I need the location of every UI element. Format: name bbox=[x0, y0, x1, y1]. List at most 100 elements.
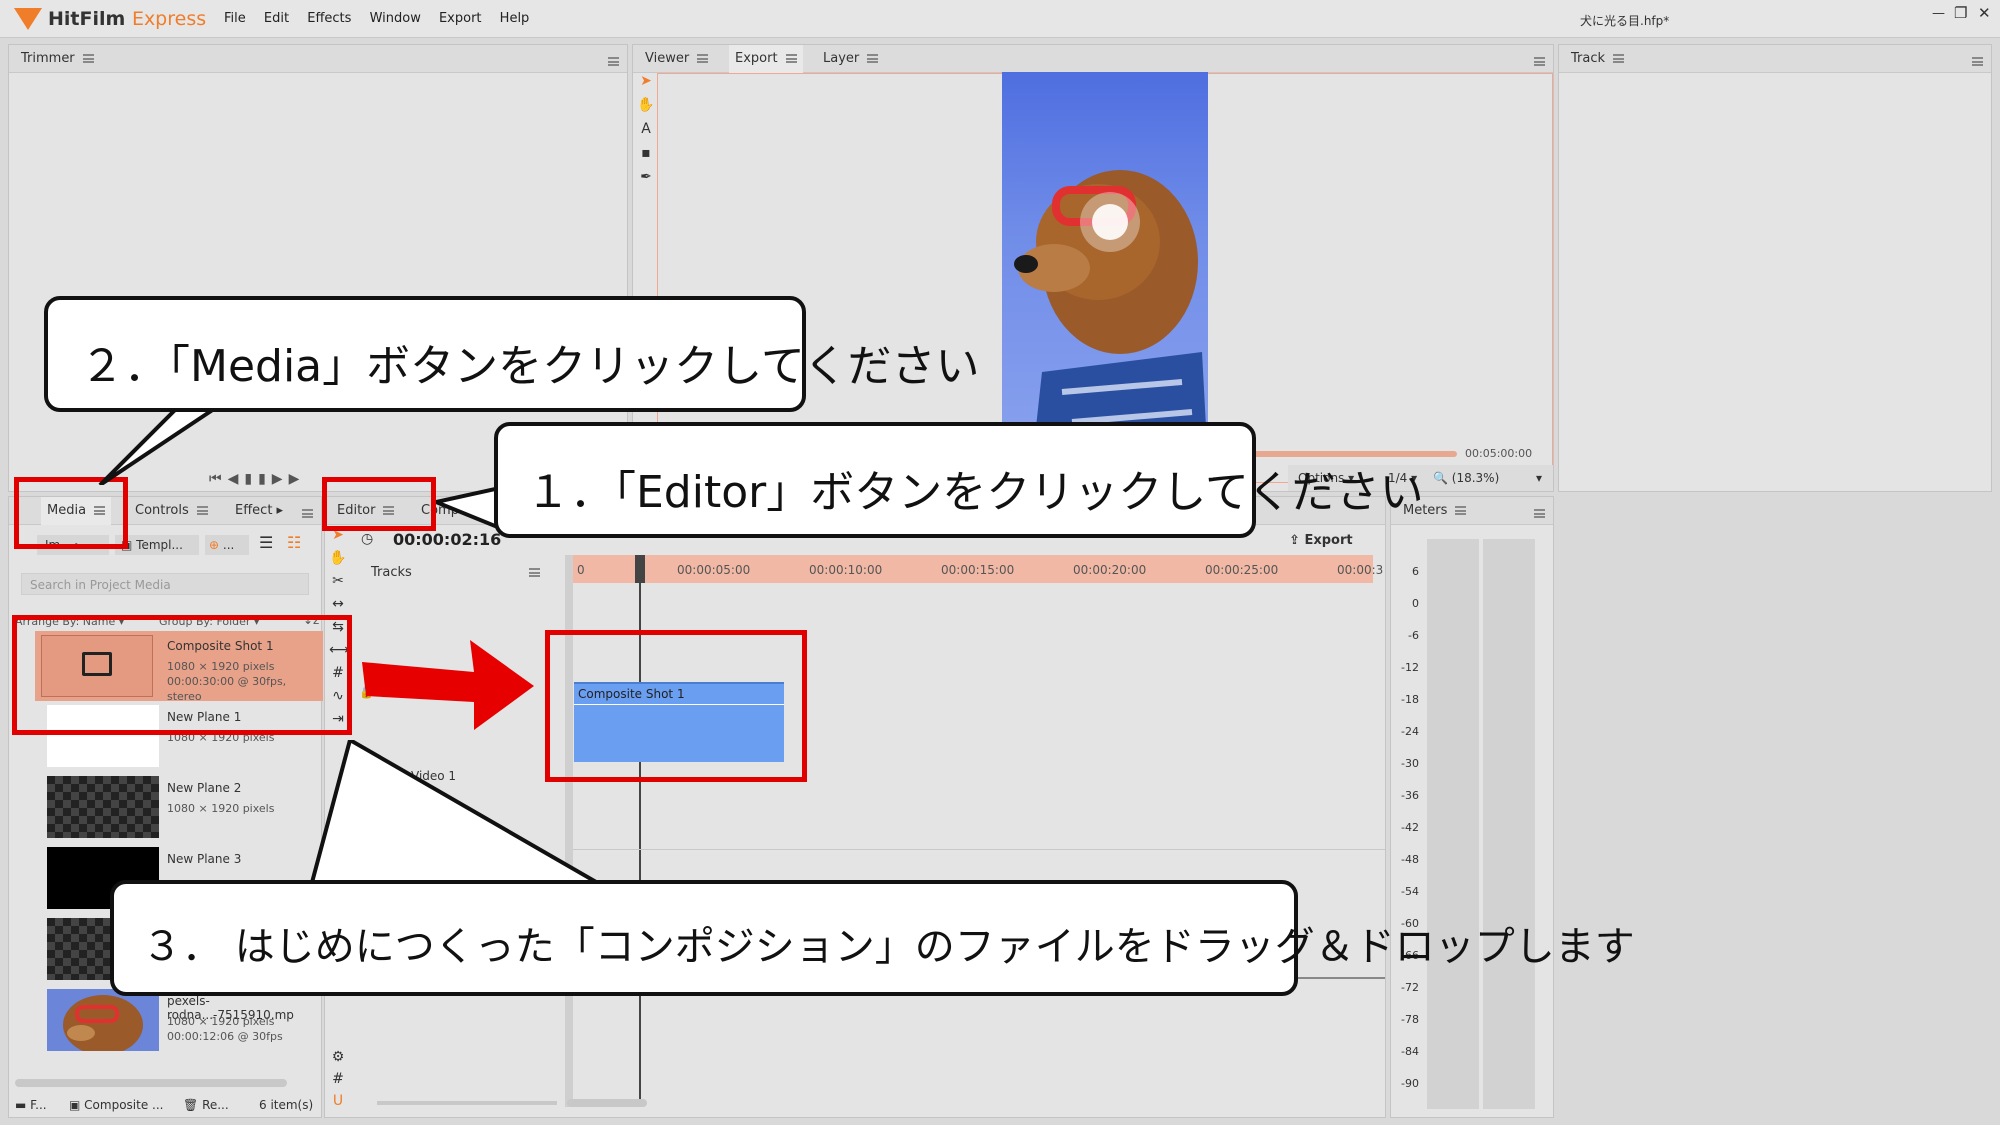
new-composite-button[interactable]: ▣ Composite ... bbox=[69, 1093, 163, 1117]
frame-back-icon[interactable]: ◀▮ bbox=[228, 471, 258, 487]
menu-file[interactable]: File bbox=[224, 11, 246, 26]
tab-trimmer[interactable]: Trimmer bbox=[15, 45, 100, 73]
media-item-dimensions: 1080 × 1920 pixels bbox=[167, 802, 275, 815]
viewer-menu-chevron-icon[interactable]: ▾ bbox=[1536, 465, 1542, 491]
tab-menu-icon[interactable] bbox=[785, 54, 797, 63]
close-button[interactable]: ✕ bbox=[1978, 4, 1991, 22]
media-item-title: New Plane 2 bbox=[167, 781, 242, 795]
tracks-menu-icon[interactable] bbox=[529, 565, 540, 580]
panel-menu-icon[interactable] bbox=[1534, 506, 1545, 521]
callout-tail bbox=[307, 740, 615, 890]
trimmer-tabbar: Trimmer bbox=[9, 45, 627, 73]
tab-controls[interactable]: Controls bbox=[129, 497, 214, 525]
remove-button[interactable]: 🗑 Re... bbox=[183, 1093, 229, 1117]
menu-export[interactable]: Export bbox=[439, 11, 482, 26]
tracks-label: Tracks bbox=[371, 565, 412, 580]
timeline-export-button[interactable]: ⇪ Export bbox=[1289, 533, 1353, 548]
tab-layer-label: Layer bbox=[823, 51, 860, 66]
media-thumb-checker[interactable] bbox=[47, 776, 159, 838]
ruler-tick-label: 0 bbox=[577, 563, 585, 577]
tab-layer[interactable]: Layer bbox=[817, 45, 884, 73]
minimize-button[interactable]: — bbox=[1932, 6, 1945, 21]
tab-menu-icon[interactable] bbox=[867, 54, 879, 63]
tab-effect-label: Effect bbox=[235, 503, 273, 518]
tab-menu-icon[interactable] bbox=[1455, 506, 1467, 515]
timeline-ruler[interactable]: 0 00:00:05:00 00:00:10:00 00:00:15:00 00… bbox=[573, 555, 1383, 583]
meter-scale-label: 0 bbox=[1412, 597, 1419, 610]
meter-scale-label: -36 bbox=[1401, 789, 1419, 802]
tab-menu-icon[interactable] bbox=[196, 506, 208, 515]
media-item-duration: 00:00:12:06 @ 30fps bbox=[167, 1030, 283, 1043]
frame-forward-icon[interactable]: ▮▶ bbox=[258, 471, 288, 487]
menu-effects[interactable]: Effects bbox=[307, 11, 351, 26]
magnet-icon[interactable]: U bbox=[329, 1093, 347, 1109]
new-folder-button[interactable]: ▬ F... bbox=[15, 1093, 47, 1117]
composite-icon: ▣ bbox=[69, 1098, 81, 1112]
playhead-handle[interactable] bbox=[635, 555, 645, 583]
detail-view-icon[interactable]: ☷ bbox=[287, 533, 301, 552]
zoom-icon: 🔍 bbox=[1433, 471, 1448, 485]
panel-menu-icon[interactable] bbox=[608, 54, 619, 69]
viewer-time-bar[interactable] bbox=[1249, 451, 1457, 457]
media-panel: Media Controls Effect ▸ Im... ▸ ▣ Templ.… bbox=[8, 496, 323, 1118]
zoom-dropdown[interactable]: 🔍 (18.3%) bbox=[1433, 465, 1499, 491]
composite-label: Composite ... bbox=[84, 1098, 164, 1112]
track-tabbar: Track bbox=[1559, 45, 1991, 73]
timeline-scrollbar[interactable] bbox=[567, 1099, 647, 1107]
app-logo-icon bbox=[14, 8, 42, 30]
meter-scale-label: -90 bbox=[1401, 1077, 1419, 1090]
ruler-tick-label: 00:00:10:00 bbox=[809, 563, 883, 577]
menu-window[interactable]: Window bbox=[370, 11, 421, 26]
meter-right-channel bbox=[1483, 539, 1535, 1109]
timeline-zoom-slider[interactable] bbox=[377, 1101, 557, 1105]
tab-menu-icon[interactable] bbox=[82, 54, 94, 63]
menu-edit[interactable]: Edit bbox=[264, 11, 289, 26]
menu-bar: File Edit Effects Window Export Help bbox=[224, 11, 543, 26]
tab-menu-icon[interactable] bbox=[697, 54, 709, 63]
ruler-tick-label: 00:00:05:00 bbox=[677, 563, 751, 577]
media-scrollbar[interactable] bbox=[15, 1079, 287, 1087]
tab-export[interactable]: Export bbox=[729, 45, 803, 73]
tab-viewer[interactable]: Viewer bbox=[639, 45, 714, 73]
hamburger-icon bbox=[1534, 509, 1545, 518]
meter-scale-label: -42 bbox=[1401, 821, 1419, 834]
select-arrow-icon[interactable]: ➤ bbox=[637, 73, 655, 89]
app-name-hitfilm: HitFilm bbox=[48, 8, 126, 30]
play-icon[interactable]: ▶ bbox=[289, 471, 306, 487]
pen-icon[interactable]: ✒ bbox=[637, 169, 655, 185]
razor-icon[interactable]: ✂ bbox=[329, 573, 347, 589]
search-input[interactable]: Search in Project Media bbox=[21, 573, 309, 595]
hand-icon[interactable]: ✋ bbox=[637, 97, 655, 113]
slip-icon[interactable]: ↔ bbox=[329, 596, 347, 612]
panel-menu-icon[interactable] bbox=[1534, 54, 1545, 69]
tab-menu-icon[interactable] bbox=[1613, 54, 1625, 63]
app-name-express: Express bbox=[131, 8, 207, 30]
settings-icon[interactable]: ⚙ bbox=[329, 1049, 347, 1065]
add-icon: ⊕ bbox=[209, 538, 220, 552]
list-view-icon[interactable]: ☰ bbox=[259, 533, 273, 552]
meter-scale-label: -12 bbox=[1401, 661, 1419, 674]
media-footer: ▬ F... ▣ Composite ... 🗑 Re... 6 item(s) bbox=[9, 1093, 323, 1117]
text-icon[interactable]: A bbox=[637, 121, 655, 137]
callout-step3: ３． はじめにつくった「コンポジション」のファイルをドラッグ＆ドロップします bbox=[110, 880, 1635, 996]
meter-scale-label: -48 bbox=[1401, 853, 1419, 866]
hamburger-icon bbox=[608, 57, 619, 66]
callout-step1: １．「Editor」ボタンをクリックしてください bbox=[494, 422, 1424, 538]
callout-tail bbox=[98, 405, 220, 485]
snap-grid-icon[interactable]: # bbox=[329, 1071, 347, 1087]
tab-effect[interactable]: Effect ▸ bbox=[229, 497, 289, 525]
folder-label: F... bbox=[30, 1098, 47, 1112]
media-thumb-dog[interactable] bbox=[47, 989, 159, 1051]
restore-button[interactable]: ❐ bbox=[1954, 4, 1967, 22]
tab-track[interactable]: Track bbox=[1565, 45, 1630, 73]
callout-step1-text: １．「Editor」ボタンをクリックしてください bbox=[526, 467, 1424, 518]
hamburger-icon bbox=[1534, 57, 1545, 66]
panel-menu-icon[interactable] bbox=[1972, 54, 1983, 69]
rectangle-icon[interactable]: ▪ bbox=[637, 145, 655, 161]
meter-scale-label: -30 bbox=[1401, 757, 1419, 770]
new-button[interactable]: ⊕ ... bbox=[205, 535, 249, 555]
menu-help[interactable]: Help bbox=[500, 11, 530, 26]
callout-step2: ２．「Media」ボタンをクリックしてください bbox=[44, 296, 980, 412]
hand-icon[interactable]: ✋ bbox=[329, 550, 347, 566]
panel-menu-icon[interactable] bbox=[302, 506, 313, 521]
